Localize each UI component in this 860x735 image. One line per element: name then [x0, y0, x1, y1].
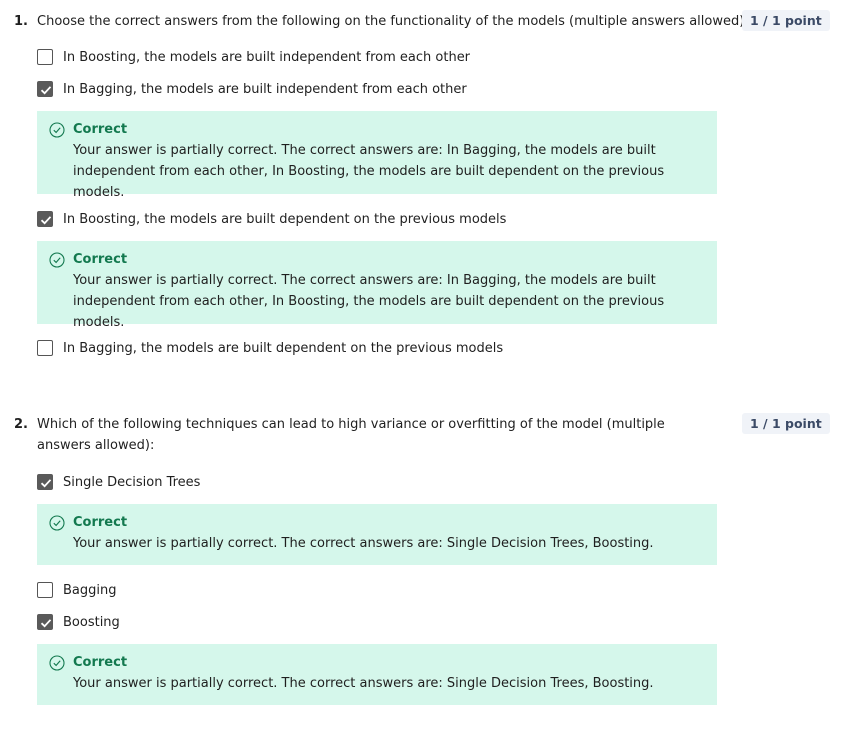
option-checkbox[interactable]: In Boosting, the models are built indepe…: [37, 48, 470, 66]
option-checkbox[interactable]: Bagging: [37, 581, 117, 599]
option-label: Single Decision Trees: [63, 474, 201, 490]
points-badge: 1 / 1 point: [742, 10, 830, 31]
checkbox-checked[interactable]: [37, 211, 53, 227]
question-number: 1.: [14, 14, 28, 29]
option-label: Bagging: [63, 582, 117, 598]
feedback-text: Your answer is partially correct. The co…: [73, 273, 665, 330]
checkbox-unchecked[interactable]: [37, 340, 53, 356]
option-label: In Boosting, the models are built depend…: [63, 211, 507, 227]
option-checkbox[interactable]: In Bagging, the models are built depende…: [37, 339, 503, 357]
question-number: 2.: [14, 417, 28, 432]
checkbox-unchecked[interactable]: [37, 582, 53, 598]
checkbox-unchecked[interactable]: [37, 49, 53, 65]
checkbox-checked[interactable]: [37, 474, 53, 490]
option-label: In Boosting, the models are built indepe…: [63, 49, 471, 65]
checkbox-checked[interactable]: [37, 614, 53, 630]
check-circle-icon: [49, 122, 65, 138]
feedback-text: Your answer is partially correct. The co…: [73, 143, 665, 200]
feedback-text: Your answer is partially correct. The co…: [73, 676, 654, 691]
question-text: Which of the following techniques can le…: [37, 417, 665, 453]
question-text: Choose the correct answers from the foll…: [37, 14, 749, 29]
option-checkbox[interactable]: Single Decision Trees: [37, 473, 200, 491]
feedback-box: Correct Your answer is partially correct…: [37, 644, 717, 705]
option-label: In Bagging, the models are built depende…: [63, 340, 504, 356]
check-circle-icon: [49, 655, 65, 671]
feedback-title: Correct: [73, 122, 128, 137]
points-badge: 1 / 1 point: [742, 413, 830, 434]
feedback-title: Correct: [73, 252, 128, 267]
checkbox-checked[interactable]: [37, 81, 53, 97]
feedback-box: Correct Your answer is partially correct…: [37, 504, 717, 565]
feedback-text: Your answer is partially correct. The co…: [73, 536, 654, 551]
option-label: In Bagging, the models are built indepen…: [63, 81, 467, 97]
option-label: Boosting: [63, 614, 120, 630]
feedback-title: Correct: [73, 655, 128, 670]
option-checkbox[interactable]: Boosting: [37, 613, 120, 631]
feedback-box: Correct Your answer is partially correct…: [37, 241, 717, 330]
feedback-title: Correct: [73, 515, 128, 530]
check-circle-icon: [49, 252, 65, 268]
option-checkbox[interactable]: In Boosting, the models are built depend…: [37, 210, 506, 228]
check-circle-icon: [49, 515, 65, 531]
feedback-box: Correct Your answer is partially correct…: [37, 111, 717, 200]
option-checkbox[interactable]: In Bagging, the models are built indepen…: [37, 80, 467, 98]
